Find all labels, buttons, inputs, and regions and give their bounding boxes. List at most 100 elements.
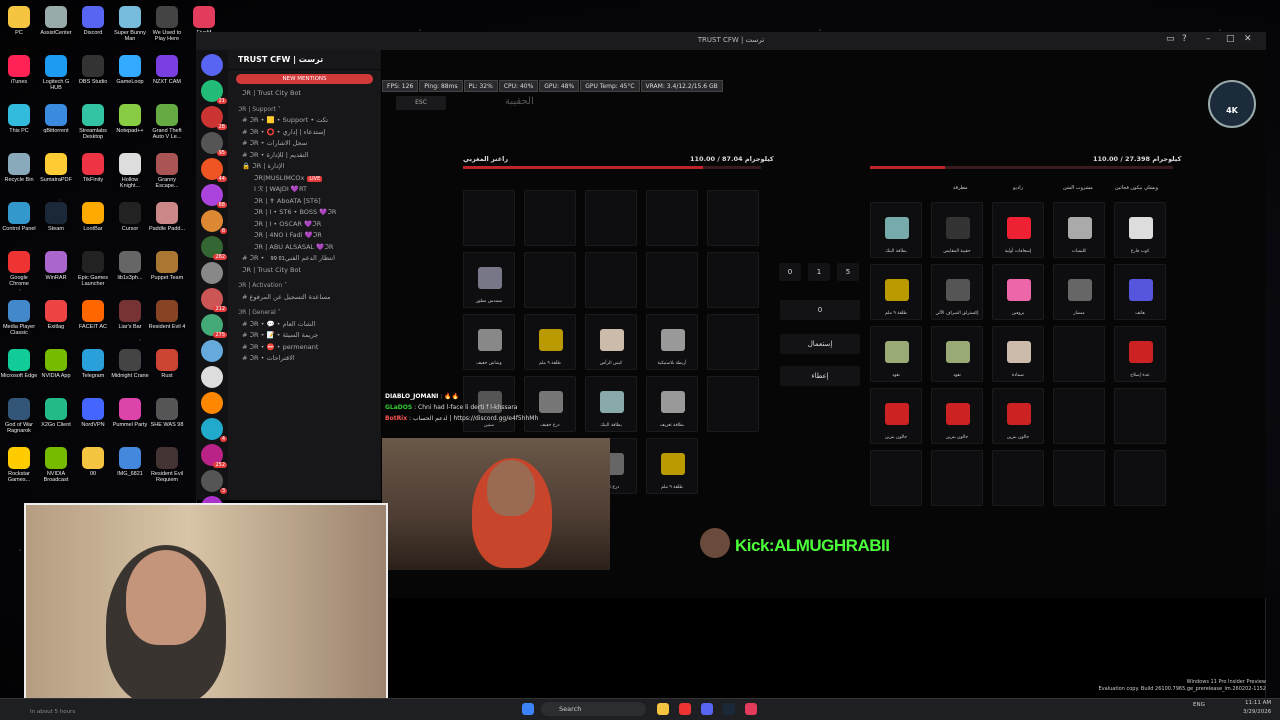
desktop-icon[interactable]: NVIDIA App xyxy=(37,349,75,379)
server-icon[interactable]: 28 xyxy=(201,106,227,130)
inventory-slot[interactable]: أربطة بلاستيكية xyxy=(646,314,698,370)
inventory-slot[interactable] xyxy=(707,252,759,308)
server-icon[interactable] xyxy=(201,340,223,362)
desktop-icon[interactable]: Puppet Team xyxy=(148,251,186,281)
desktop-icon[interactable]: Midnight Crane xyxy=(111,349,149,379)
inventory-slot[interactable]: جالون بنزين xyxy=(931,388,983,444)
server-name[interactable]: TRUST CFW | ترست xyxy=(228,50,381,70)
chrome-icon[interactable] xyxy=(679,703,691,715)
desktop-icon[interactable]: Control Panel xyxy=(0,202,38,232)
server-icon[interactable]: 44 xyxy=(201,158,227,182)
inventory-slot[interactable] xyxy=(992,450,1044,506)
inventory-slot[interactable]: جالون بنزين xyxy=(870,388,922,444)
desktop-icon[interactable]: Telegram xyxy=(74,349,112,379)
desktop-icon[interactable]: lib1s3ph... xyxy=(111,251,149,281)
desktop-icon[interactable]: Hollow Knight... xyxy=(111,153,149,189)
channel-category[interactable]: ℑR | Activation ˅ xyxy=(228,280,381,292)
desktop-icon[interactable]: Rust xyxy=(148,349,186,379)
discord-taskbar-icon[interactable] xyxy=(701,703,713,715)
inventory-slot[interactable] xyxy=(585,252,637,308)
channel-item[interactable]: 🔒 ℑR | الإدارة xyxy=(228,161,381,173)
desktop-icon[interactable]: Liar's Bar xyxy=(111,300,149,330)
server-icon[interactable]: 282 xyxy=(201,236,227,260)
channel-item[interactable]: # ℑR • التقديم | للإدارة xyxy=(228,150,381,162)
desktop-icon[interactable]: Grand Theft Auto V Le... xyxy=(148,104,186,140)
inventory-slot[interactable]: بروفين xyxy=(992,264,1044,320)
desktop-icon[interactable]: Recycle Bin xyxy=(0,153,38,183)
desktop-icon[interactable]: FACEIT AC xyxy=(74,300,112,330)
inventory-slot[interactable] xyxy=(707,314,759,370)
clock-time[interactable]: 11:11 AM xyxy=(1245,700,1271,706)
server-icon[interactable]: 4 xyxy=(201,418,227,442)
start-icon[interactable] xyxy=(522,703,534,715)
desktop-icon[interactable]: Resident Evil 4 xyxy=(148,300,186,330)
desktop-icon[interactable]: Exitlag xyxy=(37,300,75,330)
channel-item[interactable]: ℑR | Trust City Bot xyxy=(228,265,381,277)
voice-user[interactable]: ℑR | ✝ AboATA [ST6] xyxy=(228,196,381,208)
channel-item[interactable]: ℑR | Trust City Bot xyxy=(228,88,381,100)
inventory-slot[interactable] xyxy=(1053,326,1105,382)
inventory-slot[interactable] xyxy=(524,252,576,308)
voice-user[interactable]: I ℛ | WAJDI 💜RT xyxy=(228,184,381,196)
inventory-slot[interactable] xyxy=(585,190,637,246)
desktop-icon[interactable]: SHE WAS 98 xyxy=(148,398,186,428)
server-icon[interactable]: 95 xyxy=(201,132,227,156)
inventory-slot[interactable]: طلقة ٩ ملم xyxy=(646,438,698,494)
desktop-icon[interactable]: Microsoft Edge xyxy=(0,349,38,379)
desktop-icon[interactable]: Logitech G HUB xyxy=(37,55,75,91)
channel-item[interactable]: # ℑR • ⛔ • permenant xyxy=(228,342,381,354)
use-button[interactable]: إستعمال xyxy=(780,334,860,354)
desktop-icon[interactable]: This PC xyxy=(0,104,38,134)
desktop-icon[interactable]: NordVPN xyxy=(74,398,112,428)
desktop-icon[interactable]: OBS Studio xyxy=(74,55,112,85)
inventory-slot[interactable]: جالون بنزين xyxy=(992,388,1044,444)
desktop-icon[interactable]: Cursor xyxy=(111,202,149,232)
desktop-icon[interactable]: Resident Evil Requiem xyxy=(148,447,186,483)
inventory-slot[interactable]: حقيبة المقايض xyxy=(931,202,983,258)
voice-user[interactable]: ℑR | ABU ALSASAL 💜ℑR xyxy=(228,242,381,254)
server-icon[interactable]: 3 xyxy=(201,470,227,494)
server-icon[interactable]: 68 xyxy=(201,184,227,208)
language-indicator[interactable]: ENG xyxy=(1193,702,1205,708)
desktop-icon[interactable]: Streamlabs Desktop xyxy=(74,104,112,140)
quantity-preset-button[interactable]: 0 xyxy=(779,263,801,281)
desktop-icon[interactable]: LootBar xyxy=(74,202,112,232)
desktop-icon[interactable]: PC xyxy=(0,6,38,36)
inventory-slot[interactable] xyxy=(1114,450,1166,506)
desktop-icon[interactable]: Paddle Padd... xyxy=(148,202,186,232)
minimize-button[interactable]: – xyxy=(1206,34,1211,44)
server-icon[interactable]: 252 xyxy=(201,444,227,468)
inventory-slot[interactable]: بطاقة البنك xyxy=(870,202,922,258)
close-button[interactable]: ✕ xyxy=(1244,34,1252,44)
inventory-slot[interactable]: وشاش خفيف xyxy=(463,314,515,370)
desktop-icon[interactable]: Epic Games Launcher xyxy=(74,251,112,287)
server-icon[interactable] xyxy=(201,392,223,414)
inventory-slot[interactable]: طلقة ٩ ملم xyxy=(870,264,922,320)
inventory-slot[interactable] xyxy=(1114,388,1166,444)
inventory-slot[interactable] xyxy=(1053,388,1105,444)
inventory-slot[interactable]: نقود xyxy=(931,326,983,382)
server-icon[interactable]: 275 xyxy=(201,314,227,338)
clock-date[interactable]: 3/29/2026 xyxy=(1243,709,1271,715)
server-icon[interactable]: 212 xyxy=(201,288,227,312)
inventory-slot[interactable]: نقود xyxy=(870,326,922,382)
desktop-icon[interactable]: TikFinity xyxy=(74,153,112,183)
esc-button[interactable]: ESC xyxy=(396,96,446,110)
inventory-slot[interactable] xyxy=(646,252,698,308)
voice-user[interactable]: ℑR|MUSLIMCOx LIVE xyxy=(228,173,381,185)
voice-user[interactable]: ℑR | I • ST6 • BOSS 💜ℑR xyxy=(228,207,381,219)
taskbar-search[interactable]: Search xyxy=(541,702,646,716)
channel-item[interactable]: # مساعدة التسجيل عن المرفوع xyxy=(228,292,381,304)
inventory-slot[interactable] xyxy=(870,450,922,506)
maximize-button[interactable]: □ xyxy=(1226,34,1235,44)
inventory-slot[interactable]: كوب فارغ xyxy=(1114,202,1166,258)
server-icon[interactable]: 8 xyxy=(201,210,227,234)
inventory-slot[interactable] xyxy=(524,190,576,246)
inbox-icon[interactable]: ▭ xyxy=(1166,34,1175,44)
desktop-icon[interactable]: Discord xyxy=(74,6,112,36)
server-icon[interactable] xyxy=(201,366,223,388)
inventory-slot[interactable]: كيس الرأس xyxy=(585,314,637,370)
fivem-taskbar-icon[interactable] xyxy=(745,703,757,715)
desktop-icon[interactable]: Notepad++ xyxy=(111,104,149,134)
server-icon[interactable]: 21 xyxy=(201,80,227,104)
